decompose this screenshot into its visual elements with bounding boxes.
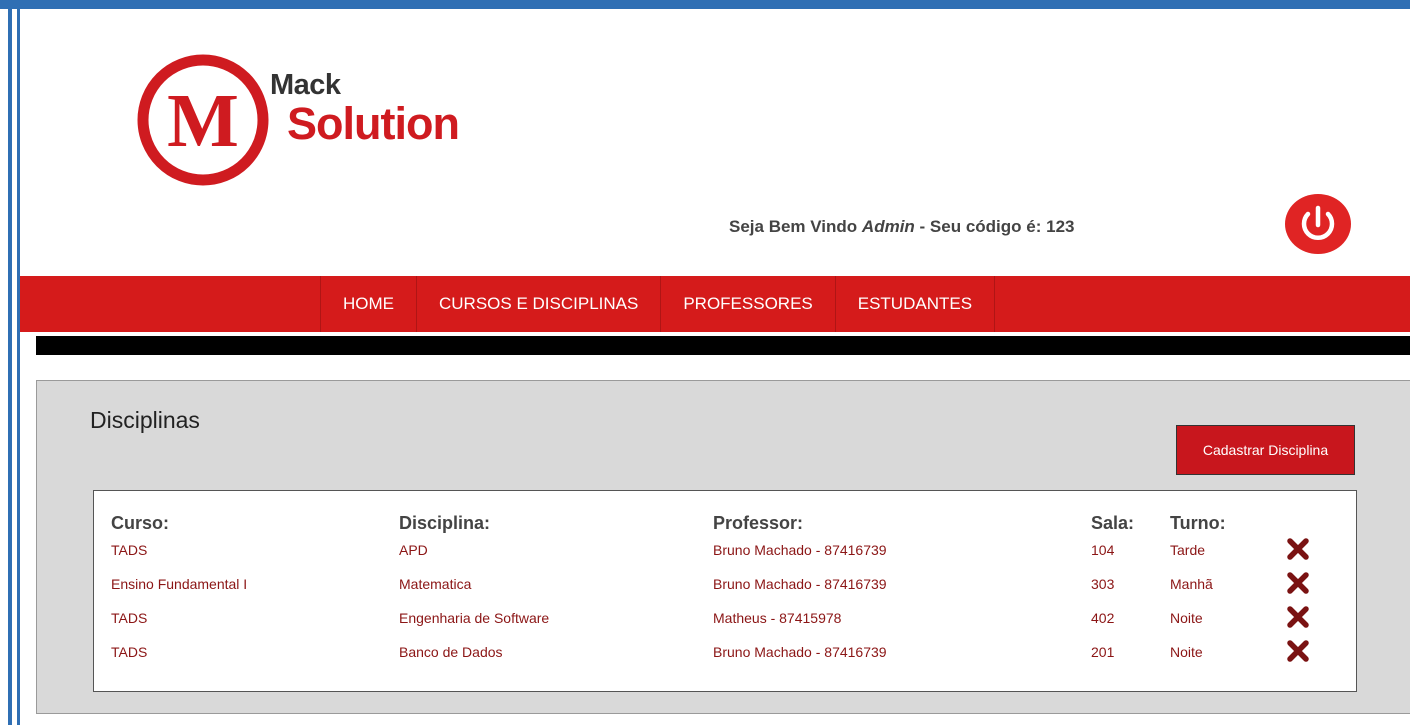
nav-item-estudantes[interactable]: ESTUDANTES [834, 276, 996, 332]
svg-text:M: M [167, 79, 239, 163]
window-frame-left-inner [17, 9, 20, 725]
column-header-disciplina: Disciplina: [399, 513, 491, 533]
cadastrar-disciplina-button[interactable]: Cadastrar Disciplina [1176, 425, 1355, 475]
logout-power-button[interactable] [1284, 193, 1352, 255]
delete-x-icon[interactable] [1287, 606, 1309, 628]
welcome-prefix: Seja Bem Vindo [729, 217, 858, 236]
cell-turno: Tarde [1170, 542, 1206, 558]
disciplinas-panel: Disciplinas Cadastrar Disciplina Curso: … [36, 380, 1410, 714]
cell-disciplina: Engenharia de Software [399, 610, 550, 626]
cell-curso: TADS [111, 542, 148, 558]
column-header-sala: Sala: [1091, 513, 1135, 533]
welcome-user: Admin [861, 217, 915, 236]
nav-item-cursos-disciplinas[interactable]: CURSOS E DISCIPLINAS [416, 276, 660, 332]
welcome-suffix: - Seu código é: 123 [919, 217, 1075, 236]
delete-x-icon[interactable] [1287, 640, 1309, 662]
cell-professor: Bruno Machado - 87416739 [713, 542, 887, 558]
cell-curso: Ensino Fundamental I [111, 576, 248, 592]
cell-curso: TADS [111, 610, 148, 626]
cell-sala: 402 [1091, 610, 1115, 626]
brand-name-solution: Solution [287, 98, 460, 149]
cell-turno: Noite [1170, 610, 1203, 626]
cell-professor: Bruno Machado - 87416739 [713, 576, 887, 592]
cell-sala: 201 [1091, 644, 1115, 660]
nav-item-professores[interactable]: PROFESSORES [660, 276, 834, 332]
cell-sala: 303 [1091, 576, 1115, 592]
main-navbar: HOME CURSOS E DISCIPLINAS PROFESSORES ES… [20, 276, 1410, 332]
page-title: Disciplinas [90, 407, 200, 433]
disciplinas-table: Curso: Disciplina: Professor: Sala: Turn… [93, 490, 1357, 692]
delete-x-icon[interactable] [1287, 572, 1309, 594]
nav-divider-bar [36, 336, 1410, 355]
column-header-turno: Turno: [1170, 513, 1226, 533]
cell-disciplina: APD [399, 542, 428, 558]
column-header-professor: Professor: [713, 513, 804, 533]
cell-professor: Matheus - 87415978 [713, 610, 842, 626]
cell-disciplina: Banco de Dados [399, 644, 503, 660]
cell-turno: Noite [1170, 644, 1203, 660]
cell-sala: 104 [1091, 542, 1115, 558]
cell-disciplina: Matematica [399, 576, 472, 592]
cell-professor: Bruno Machado - 87416739 [713, 644, 887, 660]
welcome-message: Seja Bem Vindo Admin - Seu código é: 123 [729, 217, 1074, 237]
nav-item-home[interactable]: HOME [320, 276, 416, 332]
cell-turno: Manhã [1170, 576, 1213, 592]
delete-x-icon[interactable] [1287, 538, 1309, 560]
cell-curso: TADS [111, 644, 148, 660]
column-header-curso: Curso: [111, 513, 169, 533]
window-frame-top [0, 0, 1410, 9]
window-frame-left [8, 0, 12, 725]
mack-logo-icon: M [137, 54, 269, 186]
